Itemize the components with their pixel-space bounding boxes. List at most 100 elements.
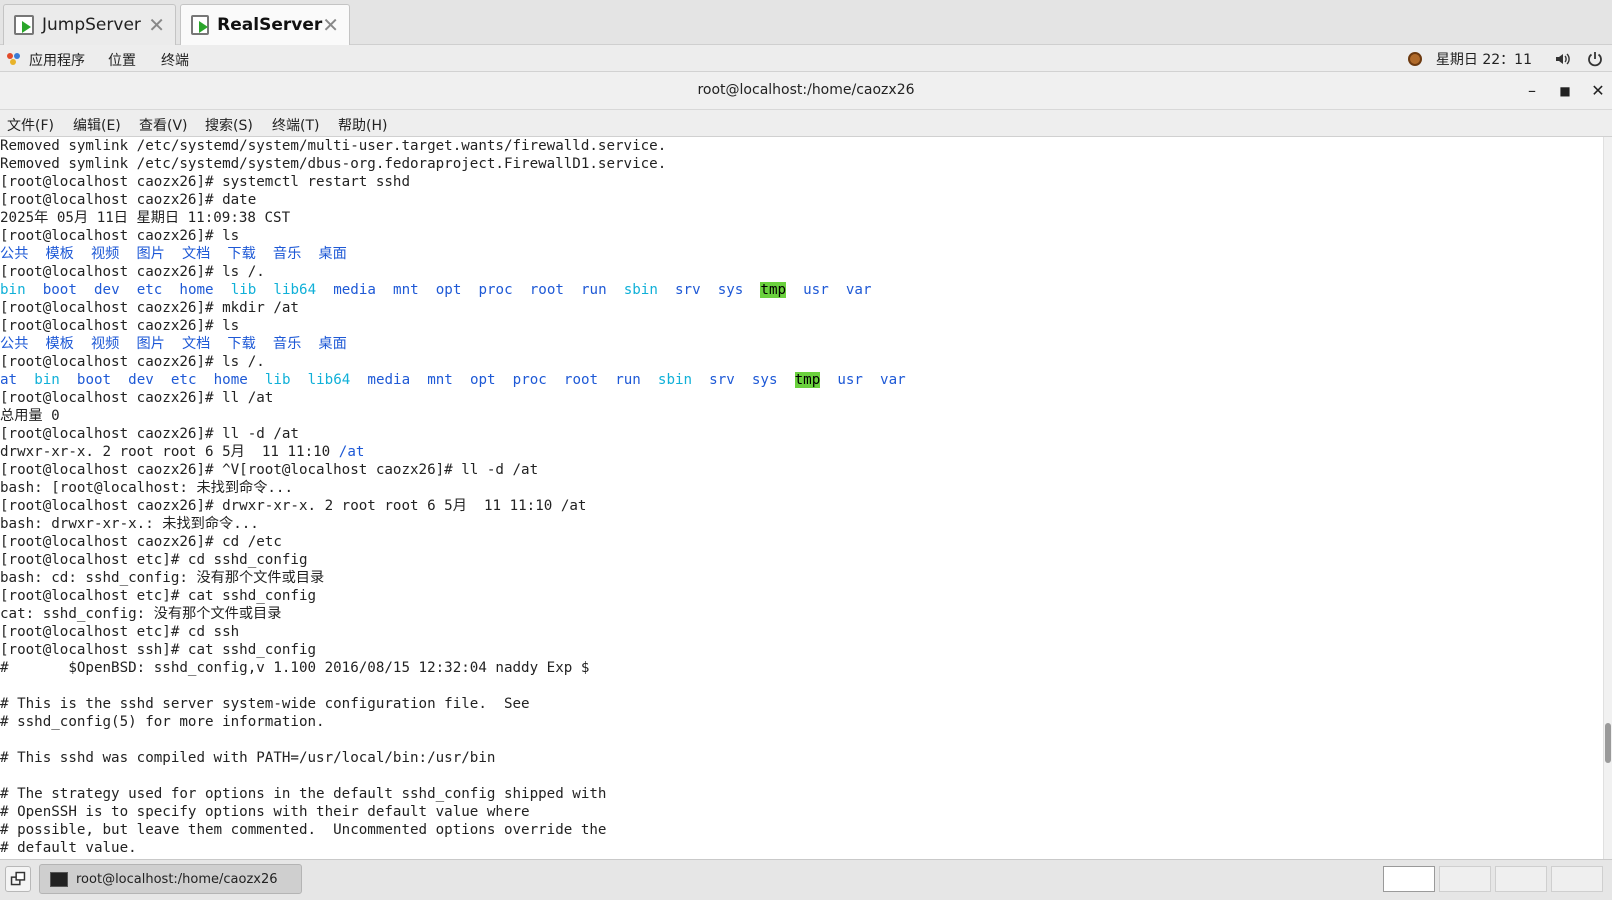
window-titlebar[interactable]: root@localhost:/home/caozx26 – ■ ✕: [0, 72, 1612, 110]
terminal-text: [root@localhost caozx26]# ^V[root@localh…: [0, 462, 539, 478]
terminal-entry: 文档: [181, 246, 211, 262]
terminal-entry: proc: [478, 282, 513, 298]
terminal-entry: root: [529, 282, 564, 298]
terminal-entry: mnt: [427, 372, 453, 388]
remote-desktop-icon: [191, 15, 210, 35]
workspace-1[interactable]: [1383, 866, 1435, 892]
workspace-3[interactable]: [1495, 866, 1547, 892]
menu-edit[interactable]: 编辑(E): [73, 115, 121, 135]
terminal-entry: opt: [435, 282, 462, 298]
scrollbar-thumb[interactable]: [1605, 723, 1611, 763]
terminal-entry: var: [845, 282, 872, 298]
terminal-scrollbar[interactable]: [1603, 137, 1612, 859]
tab-label: JumpServer: [42, 15, 141, 35]
terminal-entry: 模板: [45, 336, 74, 352]
tab-jumpserver[interactable]: JumpServer ✕: [3, 4, 176, 45]
volume-icon[interactable]: [1554, 50, 1572, 68]
menu-search[interactable]: 搜索(S): [205, 115, 253, 135]
terminal-entry: 下载: [227, 246, 256, 262]
terminal-entry: lib64: [307, 372, 351, 388]
close-icon[interactable]: ✕: [1585, 78, 1611, 104]
close-icon[interactable]: ✕: [322, 15, 339, 35]
tab-realserver[interactable]: RealServer ✕: [180, 4, 350, 45]
terminal-entry: lib64: [273, 282, 317, 298]
maximize-icon[interactable]: ■: [1552, 78, 1578, 104]
workspace-4[interactable]: [1551, 866, 1603, 892]
terminal-entry: sbin: [623, 282, 658, 298]
terminal-line: [root@localhost etc]# cd ssh: [0, 623, 1603, 641]
terminal-line: 公共 模板 视频 图片 文档 下载 音乐 桌面: [0, 245, 1603, 263]
menu-applications[interactable]: 应用程序: [29, 50, 85, 70]
clock[interactable]: 星期日 22：11: [1436, 49, 1532, 69]
terminal-line: bin boot dev etc home lib lib64 media mn…: [0, 281, 1603, 299]
terminal-text: [root@localhost etc]# cd sshd_config: [0, 552, 308, 568]
terminal-entry: home: [213, 372, 248, 388]
terminal-entry: 公共: [0, 336, 29, 352]
show-desktop-button[interactable]: [5, 866, 31, 892]
menu-view[interactable]: 查看(V): [139, 115, 188, 135]
terminal-entry: bin: [0, 282, 26, 298]
close-icon[interactable]: ✕: [148, 15, 165, 35]
terminal-line: [root@localhost ssh]# cat sshd_config: [0, 641, 1603, 659]
terminal-text: cat: sshd_config: 没有那个文件或目录: [0, 606, 282, 622]
menu-terminal[interactable]: 终端(T): [272, 115, 319, 135]
terminal-output[interactable]: Removed symlink /etc/systemd/system/mult…: [0, 137, 1603, 859]
terminal-entry: run: [615, 372, 641, 388]
terminal-line: [root@localhost etc]# cat sshd_config: [0, 587, 1603, 605]
taskbar-window-terminal[interactable]: root@localhost:/home/caozx26: [39, 864, 302, 894]
terminal-entry: tmp: [794, 372, 821, 388]
terminal-entry: 视频: [90, 336, 120, 352]
terminal-entry: proc: [512, 372, 547, 388]
terminal-text: [root@localhost caozx26]# drwxr-xr-x. 2 …: [0, 498, 587, 514]
menu-places[interactable]: 位置: [108, 50, 136, 70]
power-icon[interactable]: [1586, 50, 1604, 68]
terminal-line: # OpenSSH is to specify options with the…: [0, 803, 1603, 821]
minimize-icon[interactable]: –: [1519, 78, 1545, 104]
terminal-entry: media: [333, 282, 376, 298]
terminal-text: [root@localhost caozx26]# date: [0, 192, 257, 208]
terminal-entry: usr: [837, 372, 863, 388]
user-avatar-icon[interactable]: [1407, 51, 1422, 66]
terminal-entry: 下载: [227, 336, 256, 352]
terminal-text: [root@localhost caozx26]# ls: [0, 228, 240, 244]
terminal-text: # possible, but leave them commented. Un…: [0, 822, 607, 838]
terminal-text: [root@localhost etc]# cat sshd_config: [0, 588, 317, 604]
terminal-entry: var: [880, 372, 906, 388]
terminal-entry: tmp: [760, 282, 787, 298]
terminal-entry: at: [0, 372, 18, 388]
terminal-text: # sshd_config(5) for more information.: [0, 714, 325, 730]
workspace-2[interactable]: [1439, 866, 1491, 892]
terminal-entry: 桌面: [318, 246, 347, 262]
terminal-text: # OpenSSH is to specify options with the…: [0, 804, 530, 820]
menu-file[interactable]: 文件(F): [7, 115, 54, 135]
terminal-line: 2025年 05月 11日 星期日 11:09:38 CST: [0, 209, 1603, 227]
terminal-entry: 模板: [45, 246, 74, 262]
menu-terminal[interactable]: 终端: [161, 50, 189, 70]
applications-icon: [7, 53, 21, 66]
terminal-icon: [50, 871, 68, 887]
terminal-text: [root@localhost caozx26]# ll -d /at: [0, 426, 299, 442]
menu-help[interactable]: 帮助(H): [338, 115, 387, 135]
